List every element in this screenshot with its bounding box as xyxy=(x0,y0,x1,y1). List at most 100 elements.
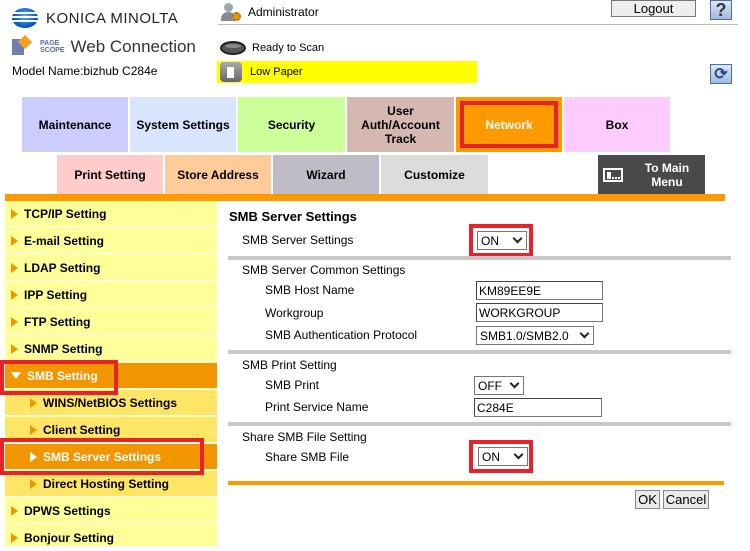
arrow-right-icon xyxy=(30,424,37,435)
smb-server-settings-select[interactable]: ON xyxy=(477,231,527,250)
tab-maintenance[interactable]: Maintenance xyxy=(22,97,128,152)
tab-wizard[interactable]: Wizard xyxy=(273,155,379,194)
arrow-right-icon xyxy=(11,343,18,354)
footer-divider xyxy=(228,481,724,485)
sidebar-item-ipp[interactable]: IPP Setting xyxy=(5,282,217,308)
chevron-down-icon xyxy=(579,328,590,339)
smb-host-name-input[interactable] xyxy=(476,281,603,300)
tab-user-auth-account-track[interactable]: User Auth/Account Track xyxy=(347,97,454,152)
page-title: SMB Server Settings xyxy=(229,209,357,224)
arrow-right-icon xyxy=(11,316,18,327)
sidebar-item-label: SMB Server Settings xyxy=(43,449,162,464)
chevron-down-icon xyxy=(509,378,520,389)
ok-button[interactable]: OK xyxy=(635,490,660,509)
model-name: Model Name:bizhub C284e xyxy=(12,64,158,78)
smb-print-heading: SMB Print Setting xyxy=(242,358,337,372)
brand-name: KONICA MINOLTA xyxy=(46,9,179,27)
tab-box[interactable]: Box xyxy=(564,97,670,152)
smb-auth-protocol-select[interactable]: SMB1.0/SMB2.0 xyxy=(476,326,594,345)
arrow-right-icon xyxy=(11,262,18,273)
select-value: OFF xyxy=(478,378,502,393)
administrator-icon xyxy=(221,2,241,22)
sidebar-item-label: TCP/IP Setting xyxy=(24,206,107,221)
sidebar-item-tcpip[interactable]: TCP/IP Setting xyxy=(5,201,217,227)
share-smb-file-select[interactable]: ON xyxy=(478,447,528,466)
nav-divider xyxy=(5,194,725,201)
sidebar-item-ldap[interactable]: LDAP Setting xyxy=(5,255,217,281)
pagescope-icon xyxy=(12,34,36,57)
arrow-right-icon xyxy=(11,208,18,219)
refresh-icon[interactable]: ⟳ xyxy=(710,64,732,84)
smb-host-name-label: SMB Host Name xyxy=(265,283,355,297)
arrow-right-icon xyxy=(11,235,18,246)
to-main-menu-button[interactable]: To Main Menu xyxy=(598,155,705,194)
sidebar-item-snmp[interactable]: SNMP Setting xyxy=(5,336,217,362)
sidebar-item-label: DPWS Settings xyxy=(24,503,111,518)
common-settings-heading: SMB Server Common Settings xyxy=(242,263,406,277)
print-service-name-label: Print Service Name xyxy=(265,400,369,414)
main-menu-icon xyxy=(603,167,623,182)
sidebar-item-dpws[interactable]: DPWS Settings xyxy=(5,498,217,524)
print-service-name-input[interactable] xyxy=(474,398,602,417)
section-divider xyxy=(228,256,731,260)
logout-button[interactable]: Logout xyxy=(611,0,696,17)
scanner-icon xyxy=(220,41,246,55)
tab-security[interactable]: Security xyxy=(238,97,345,152)
pagescope-line1: PAGE xyxy=(40,40,60,47)
sidebar-item-email[interactable]: E-mail Setting xyxy=(5,228,217,254)
chevron-down-icon xyxy=(512,233,523,244)
sidebar-item-label: IPP Setting xyxy=(24,287,88,302)
pagescope-web-connection-logo: PAGE SCOPE Web Connection xyxy=(12,34,196,58)
smb-server-settings-label: SMB Server Settings xyxy=(242,233,354,247)
tab-network-label: Network xyxy=(485,117,533,132)
pagescope-line2: SCOPE xyxy=(40,47,65,54)
globe-logo-icon xyxy=(12,8,38,28)
sidebar-item-label: SMB Setting xyxy=(27,368,98,383)
tab-network[interactable]: Network xyxy=(456,97,562,152)
tab-system-settings[interactable]: System Settings xyxy=(130,97,236,152)
share-smb-file-heading: Share SMB File Setting xyxy=(242,430,367,444)
arrow-right-icon xyxy=(30,451,37,462)
product-name: Web Connection xyxy=(70,37,196,56)
sidebar-item-wins-netbios[interactable]: WINS/NetBIOS Settings xyxy=(5,390,217,416)
scanner-status: Ready to Scan xyxy=(220,38,324,58)
sidebar-item-label: Client Setting xyxy=(43,422,121,437)
arrow-right-icon xyxy=(11,289,18,300)
konica-minolta-logo: KONICA MINOLTA xyxy=(12,7,212,29)
chevron-down-icon xyxy=(513,449,524,460)
sidebar-item-direct-hosting[interactable]: Direct Hosting Setting xyxy=(5,471,217,497)
sidebar-item-client[interactable]: Client Setting xyxy=(5,417,217,443)
cancel-button[interactable]: Cancel xyxy=(663,490,709,509)
printer-icon xyxy=(220,62,242,82)
tab-store-address[interactable]: Store Address xyxy=(165,155,271,194)
smb-auth-protocol-label: SMB Authentication Protocol xyxy=(265,328,418,342)
workgroup-label: Workgroup xyxy=(265,306,324,320)
select-value: SMB1.0/SMB2.0 xyxy=(480,328,569,343)
sidebar: TCP/IP Setting E-mail Setting LDAP Setti… xyxy=(5,201,217,551)
sidebar-item-label: SNMP Setting xyxy=(24,341,103,356)
section-divider xyxy=(228,422,731,426)
arrow-down-icon xyxy=(11,372,21,379)
sidebar-item-smb-server[interactable]: SMB Server Settings xyxy=(5,444,217,470)
sidebar-item-smb[interactable]: SMB Setting xyxy=(5,363,217,389)
sidebar-item-label: Bonjour Setting xyxy=(24,530,114,545)
workgroup-input[interactable] xyxy=(476,303,603,322)
select-value: ON xyxy=(481,233,499,248)
sidebar-item-ftp[interactable]: FTP Setting xyxy=(5,309,217,335)
to-main-menu-label: To Main Menu xyxy=(644,160,690,189)
sidebar-item-label: WINS/NetBIOS Settings xyxy=(43,395,178,410)
sidebar-item-label: LDAP Setting xyxy=(24,260,101,275)
arrow-right-icon xyxy=(30,478,37,489)
arrow-right-icon xyxy=(11,505,18,516)
tab-print-setting[interactable]: Print Setting xyxy=(57,155,163,194)
printer-status-text: Low Paper xyxy=(250,66,303,78)
printer-status[interactable]: Low Paper xyxy=(217,61,477,83)
smb-print-select[interactable]: OFF xyxy=(474,376,524,395)
tab-customize[interactable]: Customize xyxy=(381,155,488,194)
sidebar-item-bonjour[interactable]: Bonjour Setting xyxy=(5,525,217,551)
help-icon[interactable]: ? xyxy=(710,0,732,20)
user-name: Administrator xyxy=(248,5,319,19)
section-divider xyxy=(228,350,731,354)
share-smb-file-label: Share SMB File xyxy=(265,450,350,464)
sidebar-item-label: FTP Setting xyxy=(24,314,91,329)
